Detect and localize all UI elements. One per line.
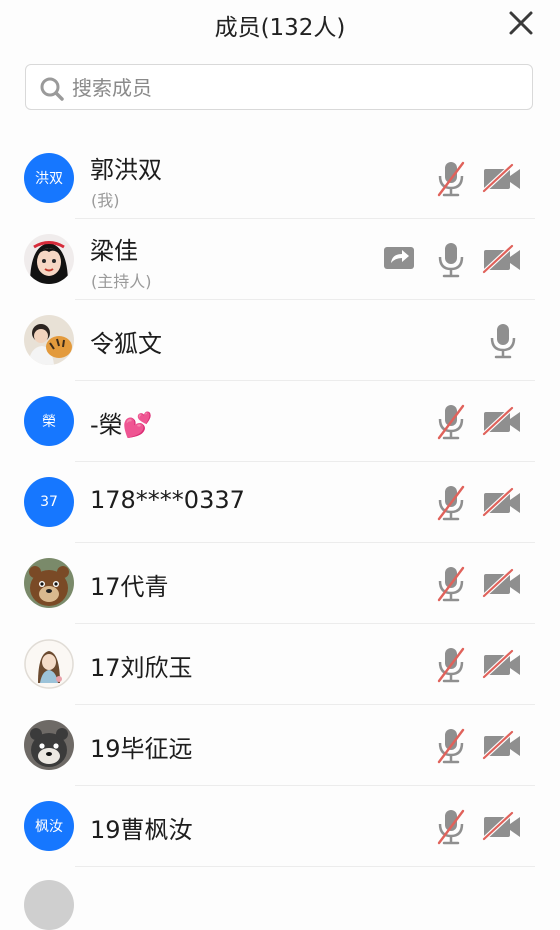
video-off-icon[interactable] (482, 725, 522, 765)
microphone-muted-icon[interactable] (434, 401, 468, 441)
member-name: 19曹枫汝 (90, 816, 193, 844)
avatar-partial (24, 880, 74, 930)
member-name: 19毕征远 (90, 735, 193, 763)
microphone-muted-icon[interactable] (434, 158, 468, 198)
member-name: 梁佳 (90, 237, 138, 265)
member-row[interactable]: 17刘欣玉 (0, 624, 560, 705)
avatar-image (24, 558, 74, 608)
screen-share-icon[interactable] (382, 239, 416, 279)
avatar: 枫汝 (24, 801, 74, 851)
avatar-image (24, 315, 74, 365)
avatar (24, 558, 74, 608)
member-row[interactable]: 令狐文 (0, 300, 560, 381)
avatar (24, 234, 74, 284)
header: 成员(132人) (0, 0, 560, 50)
microphone-icon[interactable] (486, 320, 520, 360)
member-row[interactable]: 榮 -榮💕 (0, 381, 560, 462)
member-row[interactable]: 17代青 (0, 543, 560, 624)
avatar: 37 (24, 477, 74, 527)
video-off-icon[interactable] (482, 644, 522, 684)
video-off-icon[interactable] (482, 401, 522, 441)
microphone-icon[interactable] (434, 239, 468, 279)
close-button[interactable] (506, 8, 536, 38)
search-icon (40, 77, 64, 101)
microphone-muted-icon[interactable] (434, 563, 468, 603)
member-row[interactable]: 洪双 郭洪双 (我) (0, 138, 560, 219)
search-bar[interactable] (25, 64, 533, 110)
member-name: 令狐文 (90, 330, 162, 358)
avatar-image (24, 639, 74, 689)
member-role: (主持人) (91, 272, 152, 291)
member-row[interactable]: 枫汝 19曹枫汝 (0, 786, 560, 867)
avatar (24, 720, 74, 770)
member-row[interactable]: 19毕征远 (0, 705, 560, 786)
member-name: 郭洪双 (90, 156, 162, 184)
microphone-muted-icon[interactable] (434, 725, 468, 765)
avatar: 榮 (24, 396, 74, 446)
member-role: (我) (91, 191, 120, 210)
microphone-muted-icon[interactable] (434, 482, 468, 522)
member-list: 洪双 郭洪双 (我) 梁佳 (主持人) 令狐文榮 -榮💕 37 178****0337 17代青 1… (0, 138, 560, 867)
member-name: 178****0337 (90, 486, 245, 514)
avatar (24, 639, 74, 689)
member-name: -榮💕 (90, 411, 153, 439)
avatar (24, 315, 74, 365)
video-off-icon[interactable] (482, 563, 522, 603)
close-icon (509, 11, 533, 35)
video-off-icon[interactable] (482, 239, 522, 279)
microphone-muted-icon[interactable] (434, 806, 468, 846)
member-name: 17代青 (90, 573, 169, 601)
member-row[interactable]: 梁佳 (主持人) (0, 219, 560, 300)
video-off-icon[interactable] (482, 482, 522, 522)
member-row[interactable]: 37 178****0337 (0, 462, 560, 543)
video-off-icon[interactable] (482, 158, 522, 198)
member-name: 17刘欣玉 (90, 654, 193, 682)
page-title: 成员(132人) (214, 15, 346, 41)
video-off-icon[interactable] (482, 806, 522, 846)
avatar: 洪双 (24, 153, 74, 203)
search-input[interactable] (70, 65, 514, 110)
avatar-image (24, 720, 74, 770)
microphone-muted-icon[interactable] (434, 644, 468, 684)
avatar-image (24, 234, 74, 284)
